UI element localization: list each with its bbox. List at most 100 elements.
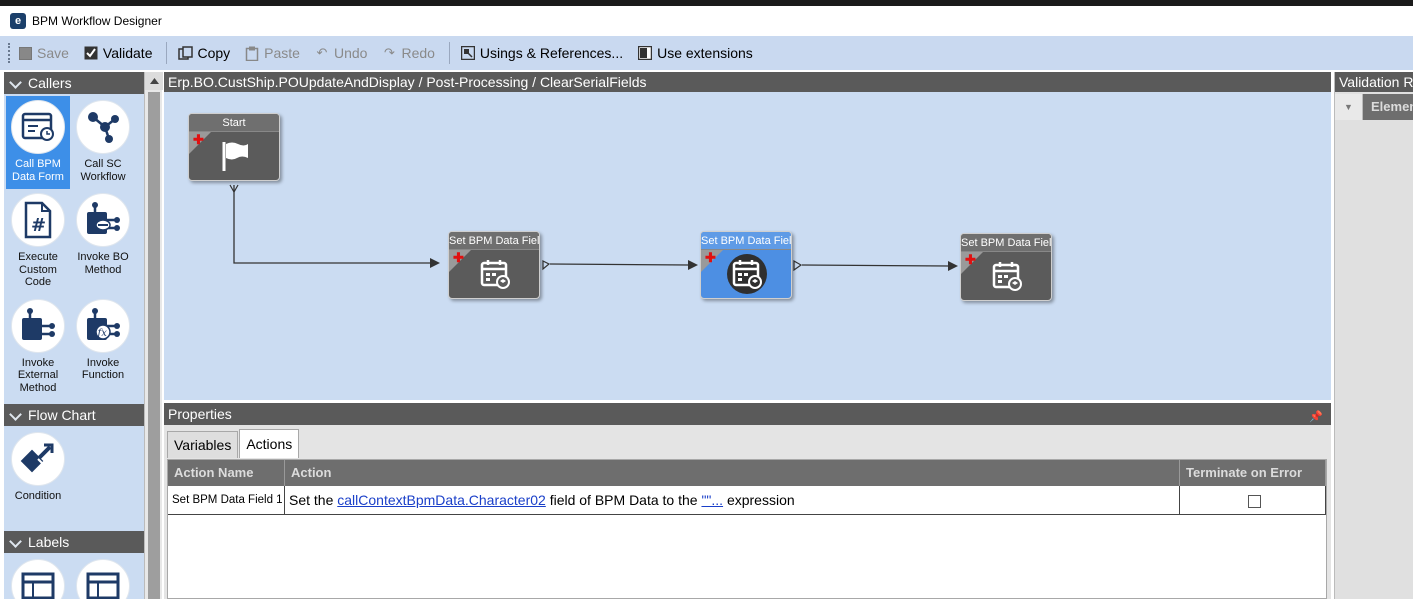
window-title: BPM Workflow Designer — [32, 14, 162, 28]
paste-label: Paste — [264, 45, 300, 61]
usings-icon — [460, 45, 476, 61]
labels-section-header[interactable]: Labels — [4, 531, 144, 553]
redo-label: Redo — [401, 45, 435, 61]
undo-icon: ↶ — [316, 45, 328, 60]
plus-icon[interactable]: ✚ — [965, 253, 976, 266]
plus-icon[interactable]: ✚ — [453, 251, 464, 264]
tool-label: Execute Custom Code — [18, 251, 58, 288]
arrowhead — [430, 258, 440, 268]
tab-actions[interactable]: Actions — [239, 429, 300, 458]
tool-label: Call BPM Data Form — [12, 158, 64, 183]
set-bpm-data-field-node-1[interactable]: Set BPM Data Fielc ✚ — [448, 231, 540, 299]
workflow-canvas[interactable]: Start ✚ Set BPM Data Fielc ✚ Set BPM Dat… — [164, 92, 1331, 400]
column-header-action[interactable]: Action — [285, 460, 1180, 486]
connector-set2-set3 — [801, 264, 950, 267]
expression-link[interactable]: ""... — [701, 492, 723, 508]
chevron-down-icon — [10, 410, 22, 420]
table-row[interactable]: Set BPM Data Field 1 Set the callContext… — [168, 486, 1326, 515]
properties-header: Properties 📌 — [164, 403, 1331, 425]
redo-button[interactable]: ↷ Redo — [381, 45, 435, 61]
tool-invoke-bo-method[interactable]: Invoke BO Method — [71, 189, 135, 295]
table-icon — [76, 559, 130, 599]
set-bpm-data-field-node-2[interactable]: Set BPM Data Fielc ✚ — [700, 231, 792, 299]
arrowhead — [688, 260, 698, 270]
node-title: Set BPM Data Fielc — [961, 234, 1051, 252]
canvas-breadcrumb: Erp.BO.CustShip.POUpdateAndDisplay / Pos… — [164, 72, 1331, 92]
set-bpm-data-field-node-3[interactable]: Set BPM Data Fielc ✚ — [960, 233, 1052, 301]
plus-icon[interactable]: ✚ — [193, 133, 204, 146]
validate-checkbox-icon — [83, 45, 99, 61]
calendar-data-icon — [475, 254, 515, 294]
title-bar: e BPM Workflow Designer — [0, 6, 1413, 36]
tool-call-sc-workflow[interactable]: Call SC Workflow — [71, 96, 135, 189]
bpm-data-form-icon — [11, 100, 65, 154]
copy-icon — [177, 45, 193, 61]
column-header-action-name[interactable]: Action Name — [168, 460, 285, 486]
calendar-data-icon — [727, 254, 767, 294]
output-port — [542, 260, 551, 271]
save-label: Save — [37, 45, 69, 61]
flow-chart-section-header[interactable]: Flow Chart — [4, 404, 144, 426]
calendar-data-icon — [987, 256, 1027, 296]
terminate-cell — [1180, 486, 1326, 514]
usings-label: Usings & References... — [479, 45, 624, 61]
field-link[interactable]: callContextBpmData.Character02 — [337, 492, 546, 508]
actions-grid: Action Name Action Terminate on Error Se… — [167, 459, 1327, 599]
tool-call-bpm-data-form[interactable]: Call BPM Data Form — [6, 96, 70, 189]
tool-label: Condition — [14, 490, 62, 502]
plus-icon[interactable]: ✚ — [705, 251, 716, 264]
callers-section-header[interactable]: Callers — [4, 72, 144, 94]
filter-triangle-icon[interactable]: ▼ — [1335, 94, 1363, 120]
action-name-cell[interactable]: Set BPM Data Field 1 — [168, 486, 285, 514]
tool-condition[interactable]: Condition — [6, 428, 70, 527]
redo-icon: ↷ — [384, 45, 395, 60]
chevron-down-icon — [10, 537, 22, 547]
tool-label-item[interactable] — [71, 555, 135, 599]
checkbox-icon — [637, 45, 653, 61]
sc-workflow-icon — [76, 100, 130, 154]
use-extensions-button[interactable]: Use extensions — [637, 45, 753, 61]
callers-title: Callers — [28, 75, 72, 91]
properties-panel: Variables Actions Action Name Action Ter… — [164, 425, 1331, 599]
grid-header: Action Name Action Terminate on Error — [168, 460, 1326, 486]
node-title: Set BPM Data Fielc — [701, 232, 791, 250]
action-cell: Set the callContextBpmData.Character02 f… — [285, 486, 1180, 514]
validate-button[interactable]: Validate — [83, 45, 153, 61]
copy-button[interactable]: Copy — [177, 45, 230, 61]
flow-chart-title: Flow Chart — [28, 407, 96, 423]
validate-label: Validate — [102, 45, 153, 61]
action-text: field of BPM Data to the — [545, 492, 702, 508]
tool-invoke-external-method[interactable]: Invoke External Method — [6, 295, 70, 401]
validation-title: Validation R — [1335, 72, 1413, 92]
column-header-terminate-on-error[interactable]: Terminate on Error — [1180, 460, 1326, 486]
paste-button[interactable]: Paste — [244, 45, 300, 61]
chevron-down-icon — [10, 78, 22, 88]
tool-label-item[interactable] — [6, 555, 70, 599]
flow-chart-tools: Condition — [4, 426, 144, 531]
column-header-element[interactable]: Elemen — [1363, 94, 1413, 120]
save-button[interactable]: Save — [17, 45, 69, 61]
toolbar-grip[interactable] — [8, 43, 11, 63]
undo-label: Undo — [333, 45, 368, 61]
svg-text:fx: fx — [97, 328, 108, 339]
start-node[interactable]: Start ✚ — [188, 113, 280, 181]
scroll-thumb[interactable] — [148, 92, 160, 599]
properties-tabs: Variables Actions — [167, 429, 300, 458]
tab-variables[interactable]: Variables — [167, 431, 239, 458]
custom-code-icon: # — [11, 193, 65, 247]
tool-execute-custom-code[interactable]: # Execute Custom Code — [6, 189, 70, 295]
tool-invoke-function[interactable]: fx Invoke Function — [71, 295, 135, 401]
usings-references-button[interactable]: Usings & References... — [460, 45, 623, 61]
connector-set1-set2 — [549, 263, 690, 266]
node-title: Start — [189, 114, 279, 132]
save-icon — [17, 45, 33, 61]
toolbox-scrollbar[interactable] — [144, 72, 163, 599]
validation-column-header: ▼ Elemen — [1335, 94, 1413, 120]
undo-button[interactable]: ↶ Undo — [314, 45, 368, 61]
scroll-up-arrow-icon[interactable] — [145, 72, 163, 90]
tool-label: Invoke Function — [81, 356, 125, 382]
terminate-on-error-checkbox[interactable] — [1248, 494, 1261, 508]
validation-panel: Validation R ▼ Elemen — [1334, 72, 1413, 599]
tool-label: Call SC Workflow — [80, 158, 126, 183]
output-port — [793, 259, 803, 272]
